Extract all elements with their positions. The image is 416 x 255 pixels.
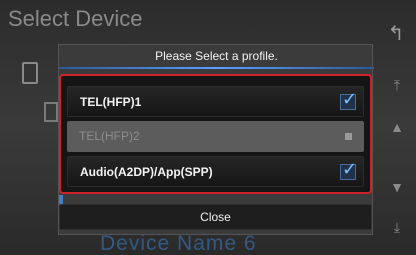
phone-icon <box>22 62 38 84</box>
option-tel-hfp-1[interactable]: TEL(HFP)1 <box>67 86 364 117</box>
back-arrow-icon[interactable]: ↰ <box>380 14 412 54</box>
profile-options-highlight: TEL(HFP)1 TEL(HFP)2 Audio(A2DP)/App(SPP) <box>59 74 372 194</box>
scroll-bottom-icon[interactable]: ⤓ <box>388 218 406 236</box>
option-label: TEL(HFP)1 <box>80 95 142 109</box>
device-name-partial: Device Name 6 <box>100 232 257 255</box>
checkmark-icon[interactable] <box>340 89 357 110</box>
page-title: Select Device <box>8 6 143 31</box>
option-label: Audio(A2DP)/App(SPP) <box>80 165 213 179</box>
unavailable-indicator-icon <box>345 133 352 140</box>
profile-dialog: Please Select a profile. TEL(HFP)1 TEL(H… <box>58 44 374 235</box>
device-list-icon <box>44 102 58 122</box>
checkmark-icon[interactable] <box>340 159 357 180</box>
close-button[interactable]: Close <box>59 204 372 230</box>
scroll-controls: ⤒ ▲ ▼ ⤓ <box>380 70 416 255</box>
dialog-title: Please Select a profile. <box>155 49 278 63</box>
option-audio-a2dp-app-spp[interactable]: Audio(A2DP)/App(SPP) <box>67 156 364 187</box>
option-label: TEL(HFP)2 <box>79 129 140 143</box>
option-tel-hfp-2: TEL(HFP)2 <box>67 121 364 152</box>
scroll-top-icon[interactable]: ⤒ <box>388 76 406 94</box>
title-divider <box>59 67 374 69</box>
scroll-up-icon[interactable]: ▲ <box>388 118 406 136</box>
scroll-down-icon[interactable]: ▼ <box>388 178 406 196</box>
